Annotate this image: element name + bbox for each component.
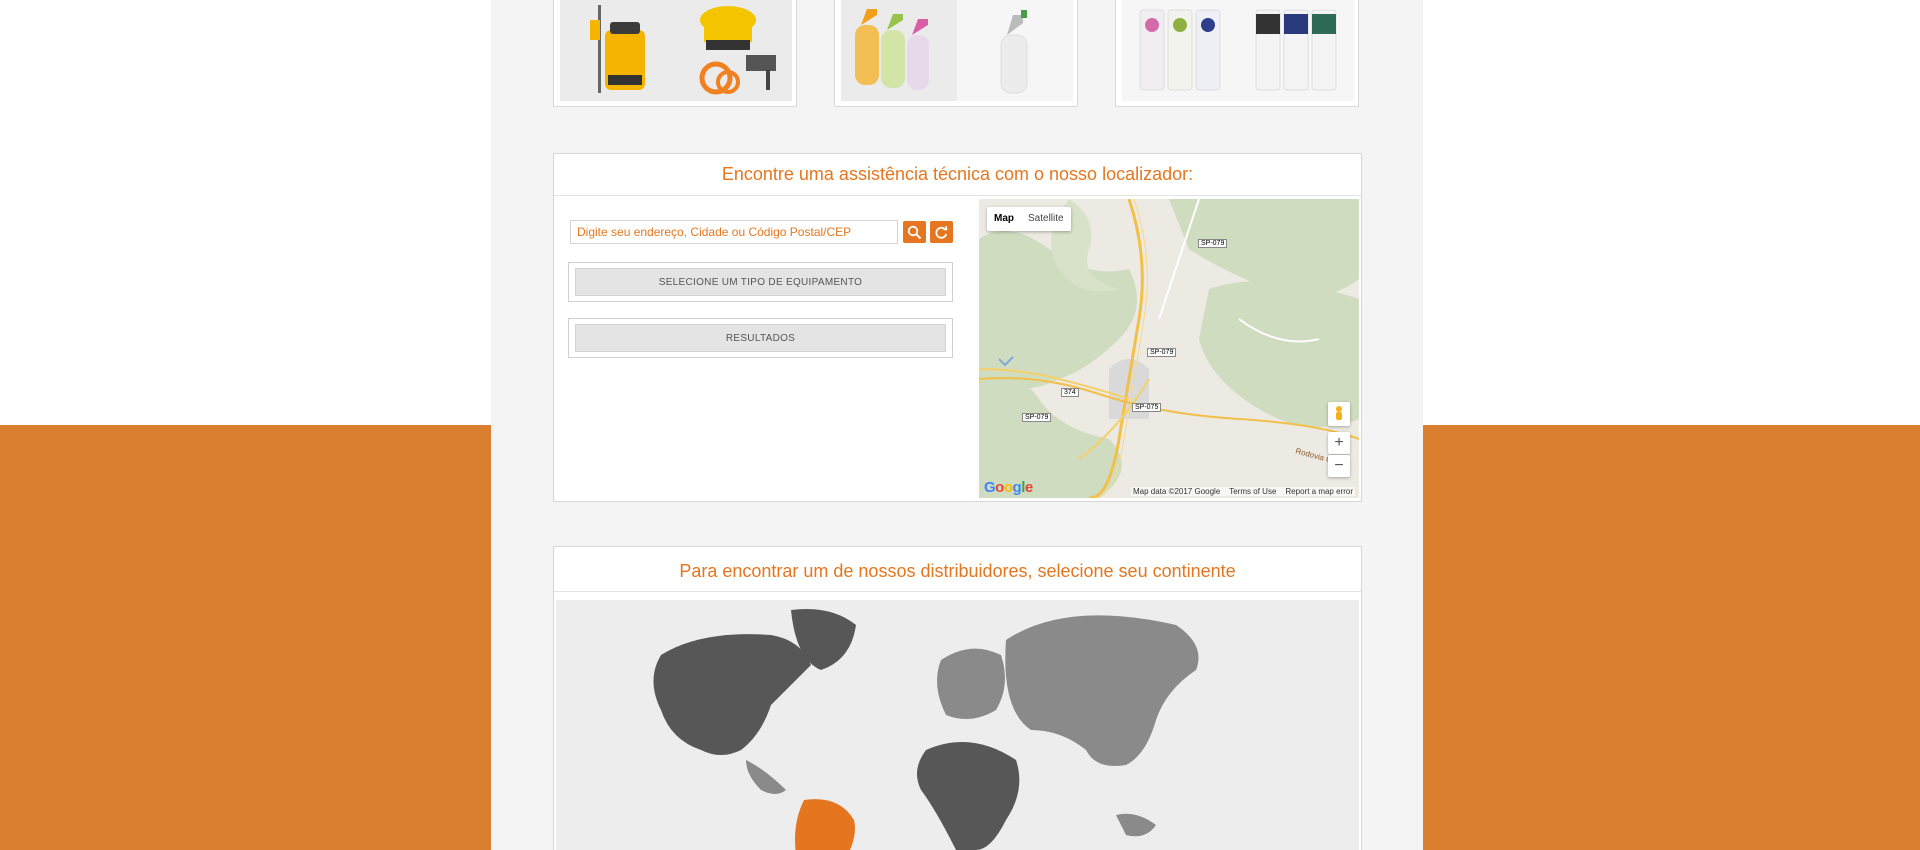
locator-title-divider: [554, 195, 1361, 196]
address-search-input[interactable]: [570, 220, 898, 244]
map-type-map-button[interactable]: Map: [987, 207, 1021, 231]
map-footer: Map data ©2017 Google Terms of Use Repor…: [1130, 487, 1355, 496]
white-spray-bottle-image: [957, 0, 1073, 101]
product-card-hand-sprayers[interactable]: [834, 0, 1078, 107]
google-logo: Google: [984, 479, 1033, 496]
map-attribution: Map data ©2017 Google: [1132, 487, 1221, 496]
road-label: 374: [1061, 388, 1079, 397]
road-label: SP-075: [1132, 403, 1162, 412]
reset-location-button[interactable]: [930, 221, 953, 243]
continent-asia[interactable]: [1005, 615, 1199, 766]
distributors-title-divider: [554, 591, 1361, 592]
continent-oceania[interactable]: [1116, 813, 1156, 837]
terms-of-use-link[interactable]: Terms of Use: [1229, 487, 1276, 496]
zoom-in-button[interactable]: +: [1328, 432, 1350, 454]
motor-sprayer-image: [676, 0, 792, 101]
continent-europe[interactable]: [937, 648, 1005, 719]
continent-africa[interactable]: [917, 742, 1020, 850]
map-type-control: Map Satellite: [987, 207, 1071, 231]
search-button[interactable]: [903, 221, 926, 243]
colored-spray-bottles-image: [841, 0, 957, 101]
continent-central-america[interactable]: [746, 760, 786, 794]
dark-label-canisters-image: [1238, 0, 1354, 101]
equipment-type-select[interactable]: SELECIONE UM TIPO DE EQUIPAMENTO: [568, 262, 953, 302]
results-label: RESULTADOS: [575, 324, 946, 352]
refresh-icon: [935, 225, 948, 239]
product-card-sprayers[interactable]: [553, 0, 797, 107]
road-label: SP-079: [1198, 239, 1228, 248]
road-label: SP-079: [1147, 348, 1177, 357]
continent-south-america[interactable]: [795, 799, 855, 850]
continent-north-america[interactable]: [653, 634, 812, 755]
pegman-icon: [1336, 406, 1342, 420]
locator-title: Encontre uma assistência técnica com o n…: [721, 164, 1194, 184]
backpack-sprayer-image: [560, 0, 676, 101]
map-type-satellite-button[interactable]: Satellite: [1021, 207, 1071, 231]
distributors-title: Para encontrar um de nossos distribuidor…: [679, 561, 1236, 581]
product-card-canisters[interactable]: [1115, 0, 1359, 107]
results-box[interactable]: RESULTADOS: [568, 318, 953, 358]
search-icon: [907, 225, 922, 240]
colored-canisters-image: [1122, 0, 1238, 101]
equipment-type-label: SELECIONE UM TIPO DE EQUIPAMENTO: [575, 268, 946, 296]
road-label: SP-079: [1022, 413, 1052, 422]
location-map[interactable]: SP-079 SP-079 374 SP-075 SP-079 Rodovia …: [979, 199, 1359, 498]
zoom-out-button[interactable]: −: [1328, 455, 1350, 477]
street-view-button[interactable]: [1328, 402, 1350, 426]
continent-selector-map[interactable]: [556, 600, 1359, 850]
report-map-error-link[interactable]: Report a map error: [1285, 487, 1353, 496]
